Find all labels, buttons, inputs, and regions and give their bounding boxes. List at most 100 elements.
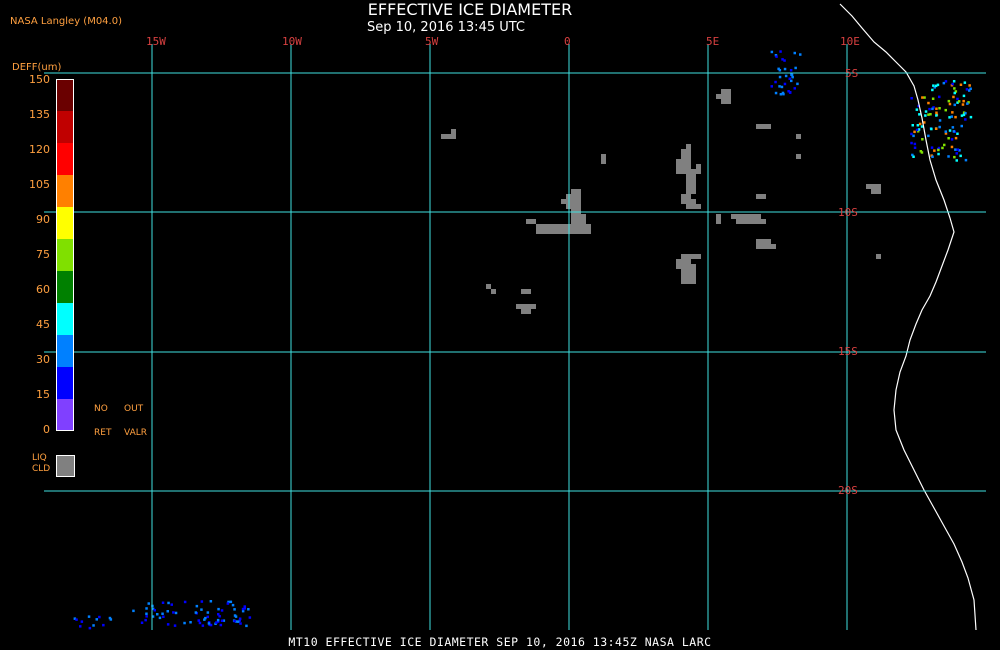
lat-label-20s: 20S <box>838 484 858 497</box>
ice-pixel <box>796 82 799 86</box>
ice-pixel <box>144 618 147 622</box>
lon-label-5e: 5E <box>706 35 720 48</box>
ice-pixel <box>956 148 959 151</box>
ice-pixel <box>95 618 98 621</box>
cloud-run <box>756 244 776 249</box>
ice-pixel <box>789 69 793 72</box>
ice-pixel <box>201 624 205 627</box>
cloud-run <box>451 129 456 134</box>
lon-label-0: 0 <box>564 35 571 48</box>
ice-pixel <box>947 137 950 140</box>
cloud-run <box>571 214 586 219</box>
legend-liquid-cloud-swatch <box>56 455 75 477</box>
legend-color-band <box>56 303 74 335</box>
ice-pixel <box>195 604 199 608</box>
ice-pixel <box>962 94 966 98</box>
ice-pixel <box>172 611 175 614</box>
cloud-run <box>876 254 881 259</box>
ice-pixel <box>943 143 946 147</box>
ice-pixel <box>102 623 105 627</box>
ice-pixel <box>233 608 236 611</box>
legend-liq-label: LIQ <box>32 453 47 463</box>
ice-pixel <box>197 619 200 622</box>
ice-pixel <box>955 159 958 162</box>
ice-pixel <box>954 136 958 140</box>
cloud-run <box>681 269 696 274</box>
legend-color-band <box>56 207 74 239</box>
ice-pixel <box>927 101 930 105</box>
legend-colorbar <box>56 79 74 431</box>
ice-pixel <box>147 602 150 605</box>
ice-pixel <box>774 80 777 84</box>
cloud-run <box>686 204 701 209</box>
ice-pixel <box>968 84 971 87</box>
ice-pixel <box>920 151 924 154</box>
ice-pixel <box>953 91 956 95</box>
cloud-run <box>796 154 801 159</box>
ice-pixel <box>189 621 192 624</box>
ice-pixel <box>770 50 774 54</box>
legend-color-band <box>56 271 74 303</box>
ice-pixel <box>961 103 965 106</box>
ice-pixel <box>80 620 84 623</box>
cloud-run <box>681 149 691 154</box>
ice-pixel <box>950 145 954 149</box>
ice-pixel <box>156 613 159 616</box>
ice-pixel <box>166 610 169 613</box>
ice-pixel <box>229 600 233 604</box>
ice-pixel <box>948 102 952 106</box>
ice-pixel <box>950 138 954 141</box>
ice-pixel <box>957 100 961 103</box>
ice-pixel <box>953 155 956 159</box>
lon-label-5w: 5W <box>425 35 439 48</box>
ice-pixel <box>243 605 246 608</box>
ice-pixel <box>219 623 223 627</box>
ice-pixel <box>233 619 236 623</box>
ice-pixel <box>145 612 148 615</box>
ice-pixel <box>935 114 938 117</box>
satellite-map <box>0 0 1000 650</box>
legend-tick-90: 90 <box>36 213 50 226</box>
ice-pixel <box>942 81 946 85</box>
ice-pixel <box>955 152 958 155</box>
ice-pixel <box>969 115 973 119</box>
ice-pixel <box>956 97 959 101</box>
ice-pixel <box>915 128 919 132</box>
cloud-run <box>521 309 531 314</box>
ice-pixel <box>88 626 92 630</box>
cloud-run <box>686 144 691 149</box>
ice-pixel <box>964 158 968 162</box>
ice-pixel <box>145 607 148 610</box>
legend-tick-75: 75 <box>36 248 50 261</box>
lon-label-15w: 15W <box>146 35 166 48</box>
cloud-run <box>571 219 586 224</box>
ice-pixel <box>912 155 915 158</box>
ice-pixel <box>145 615 148 618</box>
cloud-run <box>516 304 536 309</box>
ice-pixel <box>937 148 940 152</box>
ice-pixel <box>931 155 934 158</box>
ice-pixel <box>953 87 956 90</box>
legend-tick-120: 120 <box>29 143 50 156</box>
ice-pixel <box>960 124 963 128</box>
ice-pixel <box>951 82 954 86</box>
ice-pixel <box>793 51 796 55</box>
cloud-run <box>681 254 701 259</box>
ice-pixel <box>953 103 956 107</box>
ice-pixel <box>794 66 797 70</box>
ice-pixel <box>935 127 938 130</box>
legend-tick-135: 135 <box>29 108 50 121</box>
cloud-run <box>571 189 581 194</box>
cloud-run <box>681 154 691 159</box>
ice-pixel <box>226 602 230 605</box>
lat-label-5s: 5S <box>845 67 859 80</box>
ice-pixel <box>203 618 206 621</box>
cloud-run <box>676 159 691 164</box>
ice-pixel <box>774 91 778 95</box>
ice-pixel <box>921 138 924 141</box>
ice-pixel <box>962 113 966 117</box>
ice-pixel <box>216 618 220 622</box>
ice-pixel <box>217 607 220 611</box>
ice-pixel <box>770 85 773 88</box>
ice-pixel <box>930 127 933 131</box>
